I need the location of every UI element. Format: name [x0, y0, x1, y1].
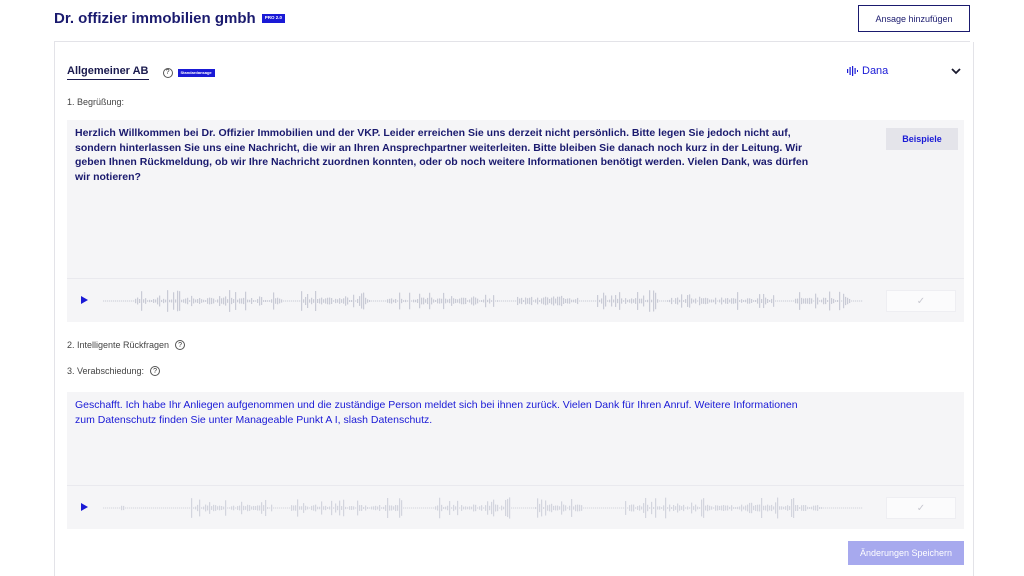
pro-badge: PRO 2.0 [261, 14, 285, 23]
greeting-audio-player: ✓ [67, 278, 964, 322]
farewell-label: 3. Verabschiedung: ? [67, 366, 161, 376]
company-name: Dr. offizier immobilien gmbh [54, 10, 256, 27]
chevron-down-icon[interactable] [950, 65, 962, 77]
help-icon[interactable]: ? [175, 340, 186, 350]
examples-button[interactable]: Beispiele [886, 128, 958, 150]
help-icon[interactable]: ? [150, 366, 161, 376]
farewell-textarea[interactable]: Geschafft. Ich habe Ihr Anliegen aufgeno… [67, 392, 964, 485]
soundwave-icon [847, 66, 858, 76]
farewell-audio-player: ✓ [67, 485, 964, 529]
save-changes-button[interactable]: Änderungen Speichern [848, 541, 964, 565]
confirm-greeting-button[interactable]: ✓ [886, 290, 956, 312]
farewell-waveform[interactable] [103, 493, 863, 523]
play-icon[interactable] [81, 503, 88, 511]
greeting-waveform[interactable] [103, 286, 863, 316]
greeting-textarea[interactable]: Herzlich Willkommen bei Dr. Offizier Imm… [67, 120, 964, 278]
check-icon: ✓ [916, 295, 926, 307]
announcement-title-row: Allgemeiner AB ? Standardansage [67, 65, 215, 80]
farewell-label-text: 3. Verabschiedung: [67, 366, 145, 376]
questions-label-text: 2. Intelligente Rückfragen [67, 340, 170, 350]
greeting-label-text: 1. Begrüßung: [67, 97, 125, 107]
announcement-card: Allgemeiner AB ? Standardansage Dana 1. … [54, 42, 974, 576]
questions-label: 2. Intelligente Rückfragen ? [67, 340, 186, 350]
standard-badge: Standardansage [177, 68, 215, 77]
voice-name: Dana [862, 65, 889, 77]
voice-selector[interactable]: Dana [847, 65, 888, 77]
greeting-label: 1. Begrüßung: [67, 97, 124, 107]
company-title: Dr. offizier immobilien gmbh PRO 2.0 [54, 10, 285, 27]
confirm-farewell-button[interactable]: ✓ [886, 497, 956, 519]
announcement-title[interactable]: Allgemeiner AB [67, 65, 149, 80]
play-icon[interactable] [81, 296, 88, 304]
check-icon: ✓ [916, 502, 926, 514]
add-announcement-button[interactable]: Ansage hinzufügen [858, 5, 970, 32]
greeting-text[interactable]: Herzlich Willkommen bei Dr. Offizier Imm… [75, 126, 815, 184]
farewell-text[interactable]: Geschafft. Ich habe Ihr Anliegen aufgeno… [75, 398, 815, 427]
page-header: Dr. offizier immobilien gmbh PRO 2.0 Ans… [54, 0, 970, 42]
help-icon[interactable]: ? [162, 67, 173, 78]
